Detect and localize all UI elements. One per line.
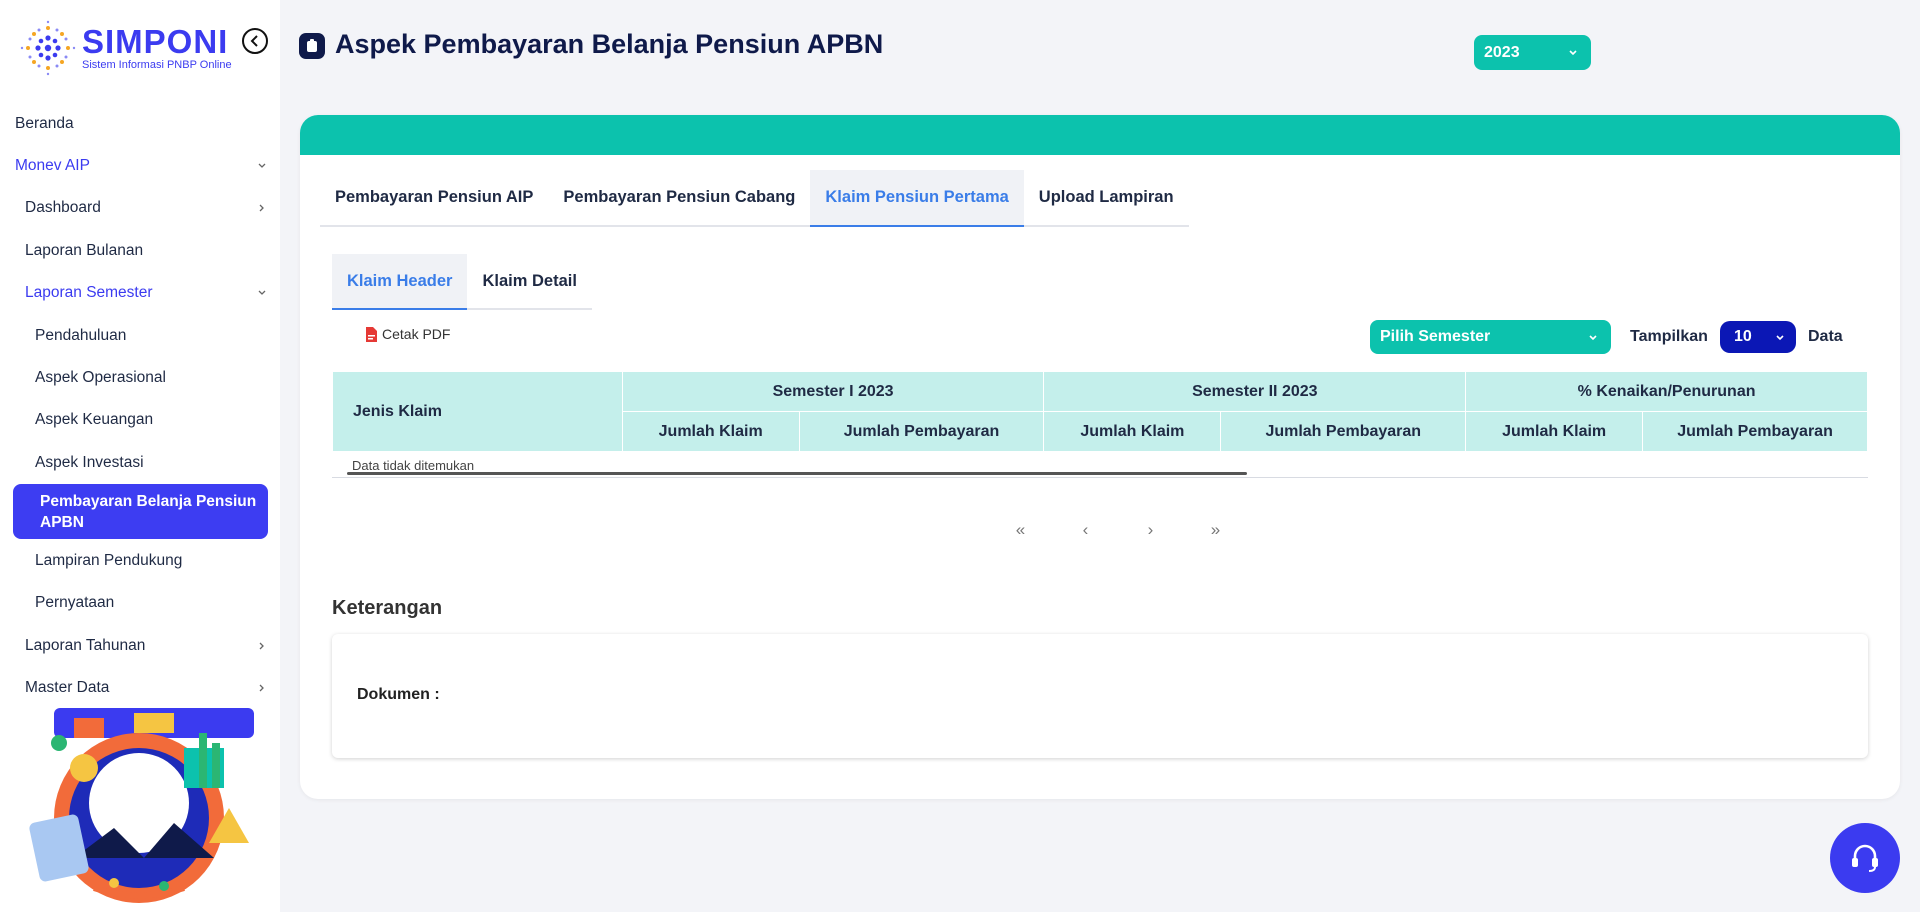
empty-message: Data tidak ditemukan [352,458,475,473]
sidebar-item-pembayaran-belanja-pensiun[interactable]: Pembayaran Belanja Pensiun APBN [13,484,268,539]
chevron-right-icon [259,204,264,212]
prev-page-button[interactable]: ‹ [1053,519,1118,541]
chevron-right-icon [259,684,264,692]
col-jenis-klaim[interactable]: Jenis Klaim [332,371,623,452]
sidebar-item-laporan-semester[interactable]: Laporan Semester [0,275,280,311]
col-group-semester-1: Semester I 2023 [621,371,1045,412]
col-jumlah-pembayaran[interactable]: Jumlah Pembayaran [1642,411,1868,452]
decorative-illustration [29,708,254,903]
year-select[interactable]: 2023 [1474,35,1591,70]
sidebar-item-monev-aip[interactable]: Monev AIP [0,148,280,184]
sidebar-item-master-data[interactable]: Master Data [0,670,280,706]
card-header-bar [300,115,1900,155]
tampilkan-label: Tampilkan [1630,328,1708,345]
help-support-button[interactable] [1830,823,1900,893]
chevron-down-icon [1776,335,1784,341]
first-page-button[interactable]: « [988,519,1053,541]
cetak-pdf-label: Cetak PDF [382,326,451,342]
col-jumlah-pembayaran[interactable]: Jumlah Pembayaran [798,411,1045,452]
clipboard-icon [299,33,325,59]
brand-tagline: Sistem Informasi PNBP Online [82,59,232,71]
keterangan-title: Keterangan [332,597,443,619]
col-jumlah-klaim[interactable]: Jumlah Klaim [1043,411,1222,452]
sidebar-item-beranda[interactable]: Beranda [0,106,280,142]
sidebar-item-aspek-operasional[interactable]: Aspek Operasional [0,360,280,396]
col-jumlah-klaim[interactable]: Jumlah Klaim [621,411,800,452]
keterangan-box: Dokumen : [332,634,1868,758]
chevron-right-icon [259,642,264,650]
tab-klaim-header[interactable]: Klaim Header [332,254,468,310]
col-jumlah-pembayaran[interactable]: Jumlah Pembayaran [1220,411,1467,452]
page-size-select[interactable]: 10 [1720,321,1796,353]
sidebar-item-dashboard[interactable]: Dashboard [0,190,280,226]
collapse-sidebar-button[interactable] [242,28,268,54]
pagination: « ‹ › » [988,519,1248,541]
tab-pembayaran-pensiun-cabang[interactable]: Pembayaran Pensiun Cabang [548,170,810,225]
year-select-value: 2023 [1484,43,1520,61]
sidebar-item-lampiran-pendukung[interactable]: Lampiran Pendukung [0,543,280,579]
col-group-semester-2: Semester II 2023 [1043,371,1467,412]
chevron-down-icon [258,163,266,168]
sidebar-item-aspek-investasi[interactable]: Aspek Investasi [0,445,280,481]
next-page-button[interactable]: › [1118,519,1183,541]
dokumen-label: Dokumen : [357,686,440,703]
brand-logo[interactable]: SIMPONI Sistem Informasi PNBP Online [18,18,232,78]
headset-icon [1852,844,1878,872]
sidebar: SIMPONI Sistem Informasi PNBP Online Ber… [0,0,280,912]
tab-klaim-detail[interactable]: Klaim Detail [467,254,591,308]
sub-tabs: Klaim Header Klaim Detail [332,254,592,310]
table-empty-row: Data tidak ditemukan [332,452,1868,478]
sidebar-item-pernyataan[interactable]: Pernyataan [0,585,280,621]
sidebar-item-laporan-bulanan[interactable]: Laporan Bulanan [0,233,280,269]
brand-name: SIMPONI [82,23,229,60]
sidebar-item-pendahuluan[interactable]: Pendahuluan [0,318,280,354]
page-size-value: 10 [1734,328,1752,345]
page-title: Aspek Pembayaran Belanja Pensiun APBN [335,29,884,59]
simponi-logo-icon [20,20,76,76]
col-group-kenaikan: % Kenaikan/Penurunan [1465,371,1868,412]
chevron-left-icon [250,35,258,47]
chevron-down-icon [1589,335,1597,341]
col-jumlah-klaim[interactable]: Jumlah Klaim [1465,411,1644,452]
horizontal-scrollbar[interactable] [347,472,1247,475]
semester-select[interactable]: Pilih Semester [1370,320,1611,354]
semester-select-value: Pilih Semester [1380,328,1491,345]
chevron-down-icon [258,290,266,295]
main-card: Pembayaran Pensiun AIP Pembayaran Pensiu… [300,115,1900,799]
klaim-table: Jenis Klaim Semester I 2023 Semester II … [332,371,1868,452]
data-label: Data [1808,328,1843,345]
last-page-button[interactable]: » [1183,519,1248,541]
sidebar-item-aspek-keuangan[interactable]: Aspek Keuangan [0,402,280,438]
tab-klaim-pensiun-pertama[interactable]: Klaim Pensiun Pertama [810,170,1024,227]
tab-upload-lampiran[interactable]: Upload Lampiran [1024,170,1189,225]
chevron-down-icon [1569,50,1577,56]
tab-pembayaran-pensiun-aip[interactable]: Pembayaran Pensiun AIP [320,170,548,225]
cetak-pdf-button[interactable]: Cetak PDF [365,326,450,342]
main-tabs: Pembayaran Pensiun AIP Pembayaran Pensiu… [320,170,1189,227]
sidebar-item-laporan-tahunan[interactable]: Laporan Tahunan [0,628,280,664]
pdf-file-icon [366,326,377,342]
